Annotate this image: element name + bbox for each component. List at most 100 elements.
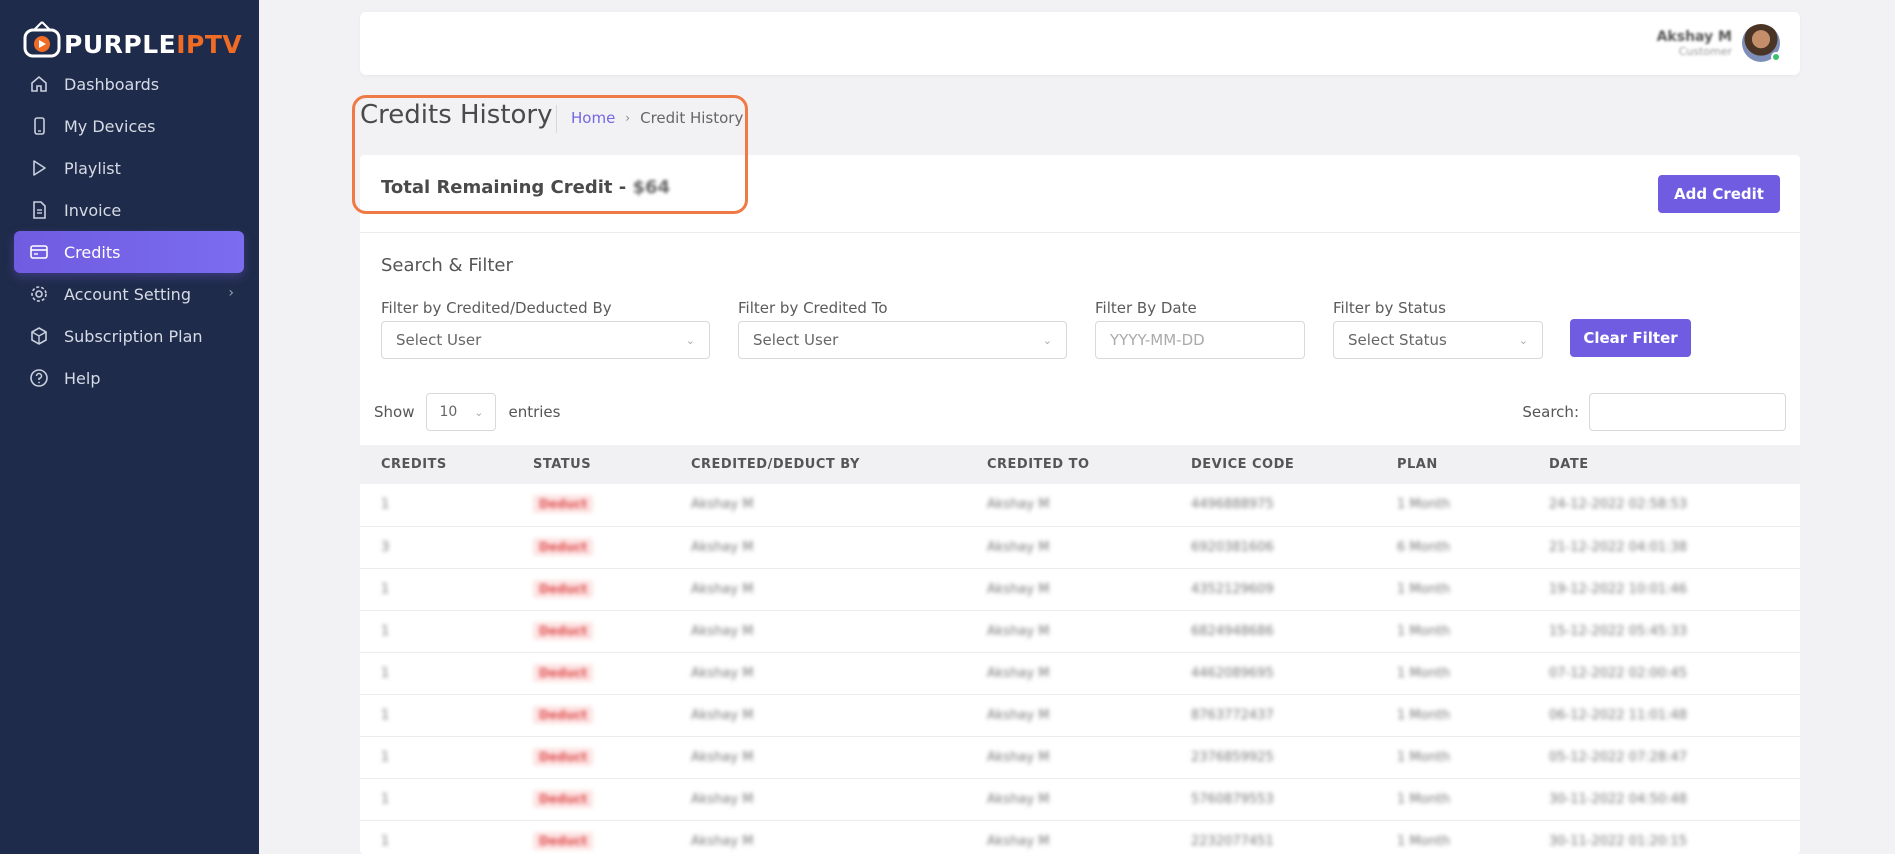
table-cell: 1 Month [1397,623,1451,639]
clear-filter-button[interactable]: Clear Filter [1570,319,1691,357]
credited-to-select[interactable]: Select User ⌄ [738,321,1067,359]
sidebar-item-subscription-plan[interactable]: Subscription Plan [14,315,244,357]
status-select[interactable]: Select Status ⌄ [1333,321,1543,359]
table-cell: 5760879553 [1191,791,1274,807]
sidebar-item-help[interactable]: Help [14,357,244,399]
column-header[interactable]: CREDITED/DEDUCT BY [670,445,966,484]
column-header[interactable]: CREDITS [360,445,512,484]
credited-by-select[interactable]: Select User ⌄ [381,321,710,359]
table-cell: Deduct [512,820,670,854]
table-row: 1 Deduct Akshay M Akshay M 2232077451 1 Month… [360,820,1800,854]
table-cell: 1 Month [1397,749,1451,765]
phone-icon [28,115,50,137]
filter-label: Filter by Credited To [738,299,888,317]
filter-label: Filter By Date [1095,299,1197,317]
table-cell: 1 [381,707,390,723]
table-cell: Akshay M [987,833,1050,849]
sidebar-item-label: Dashboards [64,74,160,94]
entries-select[interactable]: 10 ⌄ [426,393,497,431]
table-cell: 1 Month [1397,791,1451,807]
table-cell: 1 [381,833,390,849]
sidebar-item-label: Credits [64,242,121,262]
table-row: 3 Deduct Akshay M Akshay M 6920381606 6 Month… [360,526,1800,568]
document-icon [28,199,50,221]
status-badge: Deduct [533,789,594,808]
sidebar-item-invoice[interactable]: Invoice [14,189,244,231]
help-icon [28,367,50,389]
sidebar-item-label: My Devices [64,116,156,136]
sidebar-item-account-setting[interactable]: Account Setting › [14,273,244,315]
table-cell: Akshay M [987,707,1050,723]
table-row: 1 Deduct Akshay M Akshay M 2376859925 1 Month… [360,736,1800,778]
gear-icon [28,283,50,305]
column-header[interactable]: STATUS [512,445,670,484]
status-badge: Deduct [533,663,594,682]
table-row: 1 Deduct Akshay M Akshay M 4496888975 1 Month… [360,484,1800,526]
user-role: Customer [1678,44,1732,58]
table-cell: Akshay M [691,749,754,765]
filter-credited-by: Filter by Credited/Deducted By Select Us… [381,299,710,359]
column-header[interactable]: PLAN [1376,445,1528,484]
table-cell: Akshay M [987,791,1050,807]
filter-by-date: Filter By Date YYYY-MM-DD [1095,299,1305,359]
select-value: Select User [396,331,482,349]
table-cell: 1 [381,665,390,681]
sidebar-item-my-devices[interactable]: My Devices [14,105,244,147]
logo[interactable]: PURPLEIPTV [22,20,242,60]
user-menu[interactable]: Akshay M Customer [1656,24,1781,62]
table-cell: 1 Month [1397,833,1451,849]
box-icon [28,325,50,347]
table-cell: 6 Month [1397,539,1451,555]
show-label: Show [374,403,415,421]
table-cell: Akshay M [987,665,1050,681]
table-cell: 1 [381,581,390,597]
user-name: Akshay M [1656,28,1732,45]
table-cell: 1 Month [1397,707,1451,723]
sidebar-item-label: Subscription Plan [64,326,203,346]
search-input[interactable] [1589,393,1786,431]
sidebar-item-credits[interactable]: Credits [14,231,244,273]
status-badge: Deduct [533,537,594,556]
table-cell: 3 [381,539,390,555]
table-cell: 15-12-2022 05:45:33 [1549,623,1688,639]
table-cell: 30-11-2022 01:20:15 [1549,833,1688,849]
table-search: Search: [1522,393,1786,431]
table-row: 1 Deduct Akshay M Akshay M 8763772437 1 Month… [360,694,1800,736]
online-status-icon [1771,52,1781,62]
sidebar-item-playlist[interactable]: Playlist [14,147,244,189]
credits-card: Total Remaining Credit - $64 Add Credit … [360,155,1800,854]
column-header[interactable]: DEVICE CODE [1170,445,1376,484]
table-row: 1 Deduct Akshay M Akshay M 6824948686 1 Month… [360,610,1800,652]
table-cell: 1 Month [1397,497,1451,513]
table-cell: 1 Month [1397,665,1451,681]
table-cell: 1 Month [1397,581,1451,597]
table-cell: 2376859925 [1191,749,1274,765]
filter-label: Filter by Status [1333,299,1446,317]
table-cell: Akshay M [987,497,1050,513]
table-cell: Akshay M [691,791,754,807]
column-header[interactable]: CREDITED TO [966,445,1170,484]
table-cell: Akshay M [691,665,754,681]
table-cell: 06-12-2022 11:01:48 [1549,707,1688,723]
sidebar-item-dashboards[interactable]: Dashboards [14,63,244,105]
search-label: Search: [1522,403,1579,421]
avatar[interactable] [1742,24,1781,62]
table-cell: Akshay M [987,749,1050,765]
column-header[interactable]: DATE [1528,445,1800,484]
table-cell: Deduct [512,694,670,736]
chevron-down-icon: ⌄ [474,405,484,419]
add-credit-button[interactable]: Add Credit [1658,175,1780,213]
credits-table: CREDITS STATUS CREDITED/DEDUCT BY CREDIT… [360,445,1800,854]
entries-control: Show 10 ⌄ entries [374,393,560,431]
table-row: 1 Deduct Akshay M Akshay M 4462089695 1 Month… [360,652,1800,694]
date-input[interactable]: YYYY-MM-DD [1095,321,1305,359]
table-cell: Deduct [512,652,670,694]
entries-value: 10 [439,404,458,420]
table-cell: Deduct [512,610,670,652]
top-header: Akshay M Customer [360,12,1800,75]
tv-logo-icon [22,20,62,60]
table-cell: 6824948686 [1191,623,1274,639]
table-cell: 4352129609 [1191,581,1274,597]
highlight-annotation [352,95,748,214]
table-cell: Deduct [512,778,670,820]
